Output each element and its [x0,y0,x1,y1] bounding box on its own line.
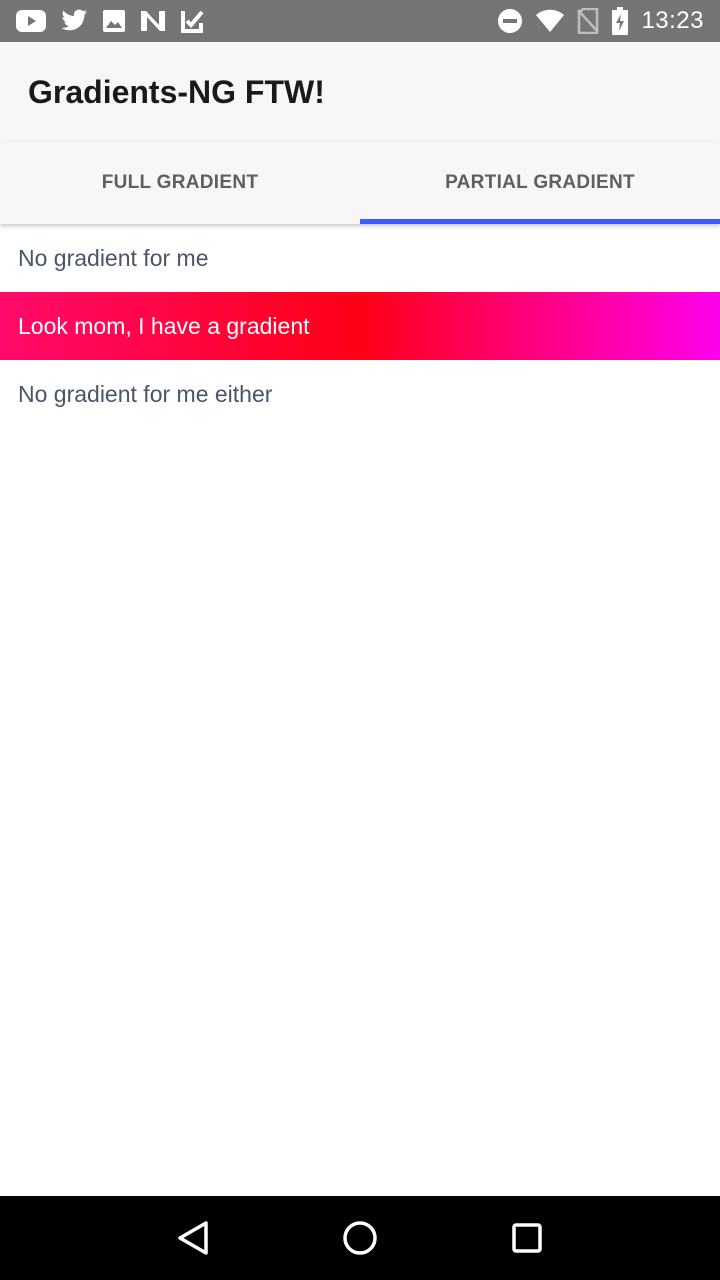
list-item[interactable]: No gradient for me [0,224,720,292]
tab-bar: FULL GRADIENT PARTIAL GRADIENT [0,142,720,224]
gradient-list-item[interactable]: Look mom, I have a gradient [0,292,720,360]
list-item-label: No gradient for me [18,244,209,271]
clock: 13:23 [641,7,704,34]
system-status-icons: 13:23 [485,7,704,35]
recents-button[interactable] [497,1208,557,1268]
home-icon [343,1221,377,1255]
n-app-icon [140,10,166,32]
image-icon [102,9,126,33]
do-not-disturb-icon [497,8,523,34]
check-app-icon [180,9,204,33]
tab-full-gradient[interactable]: FULL GRADIENT [0,142,360,224]
back-button[interactable] [163,1208,223,1268]
navigation-bar [0,1196,720,1280]
app-bar: Gradients-NG FTW! [0,42,720,142]
home-button[interactable] [330,1208,390,1268]
app-title: Gradients-NG FTW! [28,73,325,110]
tab-partial-gradient[interactable]: PARTIAL GRADIENT [360,142,720,224]
wifi-icon [535,9,565,33]
tab-label: FULL GRADIENT [101,172,259,193]
list-item[interactable]: No gradient for me either [0,360,720,428]
selected-tab-indicator [360,219,720,224]
youtube-icon [16,10,46,32]
twitter-icon [60,9,88,33]
notification-icons [16,9,218,33]
tab-label: PARTIAL GRADIENT [445,172,635,193]
recents-icon [511,1223,542,1253]
list-item-label: No gradient for me either [18,380,273,407]
no-sim-icon [577,8,600,34]
list-item-label: Look mom, I have a gradient [18,312,310,339]
item-list: No gradient for me Look mom, I have a gr… [0,224,720,428]
battery-charging-icon [611,7,629,35]
back-icon [178,1221,209,1255]
status-bar: 13:23 [0,0,720,42]
